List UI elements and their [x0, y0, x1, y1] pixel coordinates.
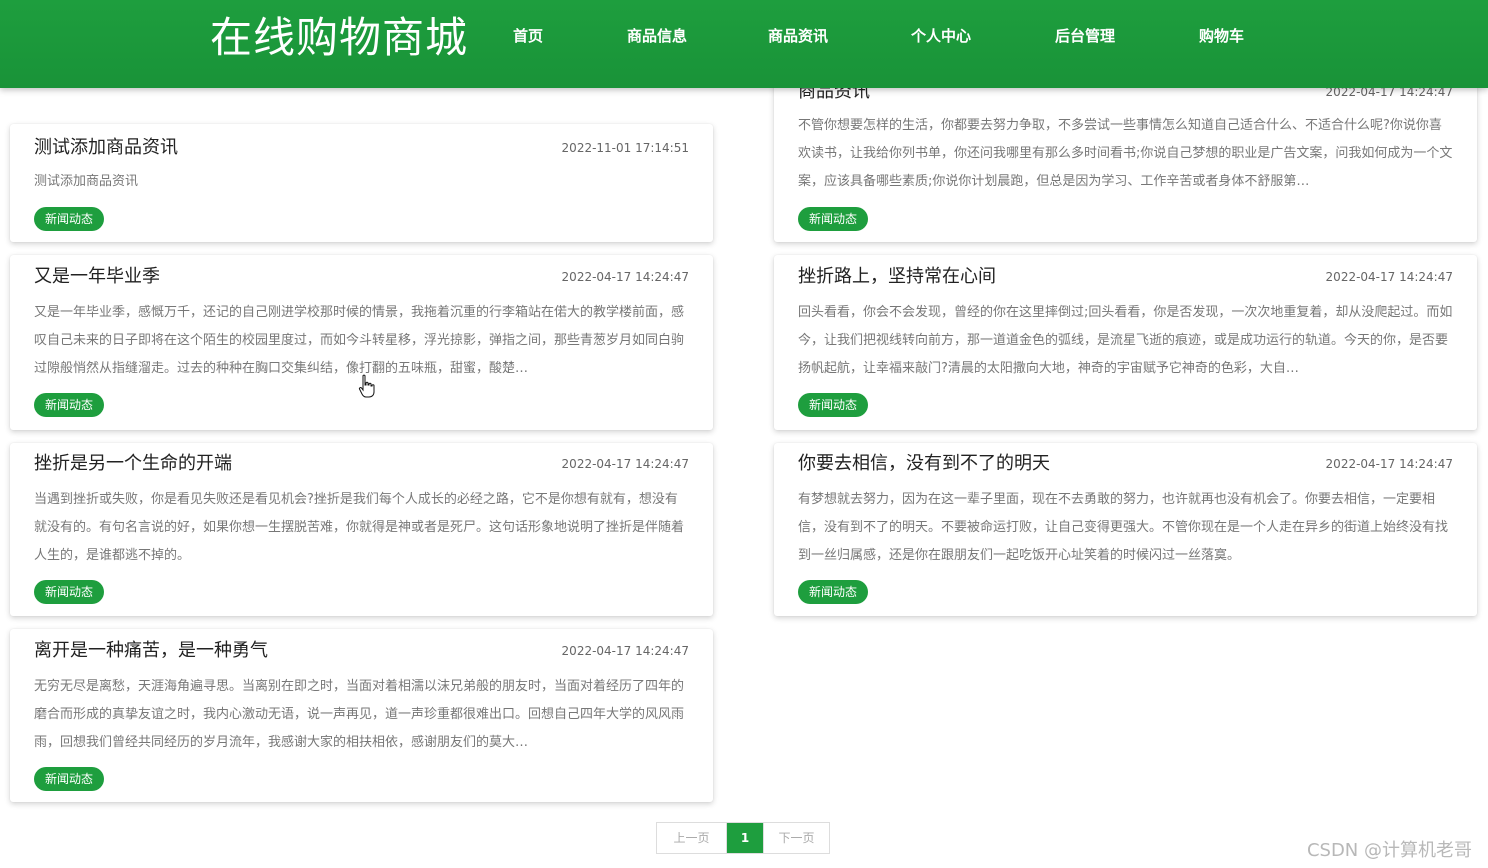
- next-page-button[interactable]: 下一页: [763, 823, 829, 853]
- news-card[interactable]: 挫折路上，坚持常在心间 2022-04-17 14:24:47 回头看看，你会不…: [774, 255, 1477, 430]
- news-summary: 测试添加商品资讯: [34, 174, 139, 189]
- news-card[interactable]: 离开是一种痛苦，是一种勇气 2022-04-17 14:24:47 无穷无尽是离…: [10, 629, 713, 802]
- category-tag[interactable]: 新闻动态: [798, 207, 869, 231]
- news-time: 2022-11-01 17:14:51: [561, 141, 689, 155]
- news-card[interactable]: 挫折是另一个生命的开端 2022-04-17 14:24:47 当遇到挫折或失败…: [10, 443, 713, 616]
- category-tag[interactable]: 新闻动态: [34, 580, 105, 604]
- nav-news[interactable]: 商品资讯: [768, 26, 828, 46]
- news-title[interactable]: 挫折是另一个生命的开端: [34, 452, 232, 476]
- category-tag[interactable]: 新闻动态: [798, 580, 869, 604]
- news-title[interactable]: 离开是一种痛苦，是一种勇气: [34, 639, 268, 663]
- news-time: 2022-04-17 14:24:47: [561, 457, 689, 471]
- news-summary: 无穷无尽是离愁，天涯海角遍寻思。当离别在即之时，当面对着相濡以沫兄弟般的朋友时，…: [34, 679, 685, 750]
- nav-admin[interactable]: 后台管理: [1055, 26, 1115, 46]
- news-card[interactable]: 又是一年毕业季 2022-04-17 14:24:47 又是一年毕业季，感慨万千…: [10, 255, 713, 430]
- news-time: 2022-04-17 14:24:47: [561, 270, 689, 284]
- pagination: 上一页 1 下一页: [656, 822, 830, 854]
- news-summary: 又是一年毕业季，感慨万千，还记的自己刚进学校那时候的情景，我拖着沉重的行李箱站在…: [34, 305, 685, 376]
- nav-products[interactable]: 商品信息: [627, 26, 687, 46]
- news-time: 2022-04-17 14:24:47: [1325, 270, 1453, 284]
- news-card[interactable]: 你要去相信，没有到不了的明天 2022-04-17 14:24:47 有梦想就去…: [774, 443, 1477, 616]
- news-summary: 当遇到挫折或失败，你是看见失败还是看见机会?挫折是我们每个人成长的必经之路，它不…: [34, 492, 685, 563]
- page-number-current[interactable]: 1: [727, 823, 763, 853]
- category-tag[interactable]: 新闻动态: [34, 767, 105, 791]
- news-title[interactable]: 又是一年毕业季: [34, 265, 160, 289]
- category-tag[interactable]: 新闻动态: [34, 207, 105, 231]
- category-tag[interactable]: 新闻动态: [34, 393, 105, 417]
- hand-pointer-icon: [358, 374, 375, 398]
- news-summary: 不管你想要怎样的生活，你都要去努力争取，不多尝试一些事情怎么知道自己适合什么、不…: [798, 118, 1453, 189]
- site-logo-title[interactable]: 在线购物商城: [210, 12, 468, 64]
- category-tag[interactable]: 新闻动态: [798, 393, 869, 417]
- news-card[interactable]: 商品资讯 2022-04-17 14:24:47 不管你想要怎样的生活，你都要去…: [774, 70, 1477, 242]
- news-summary: 有梦想就去努力，因为在这一辈子里面，现在不去勇敢的努力，也许就再也没有机会了。你…: [798, 492, 1449, 563]
- news-card[interactable]: 测试添加商品资讯 2022-11-01 17:14:51 测试添加商品资讯 新闻…: [10, 124, 713, 242]
- news-time: 2022-04-17 14:24:47: [1325, 457, 1453, 471]
- news-title[interactable]: 测试添加商品资讯: [34, 136, 178, 160]
- news-title[interactable]: 挫折路上，坚持常在心间: [798, 265, 996, 289]
- nav-user-center[interactable]: 个人中心: [911, 26, 971, 46]
- news-summary: 回头看看，你会不会发现，曾经的你在这里摔倒过;回头看看，你是否发现，一次次地重复…: [798, 305, 1453, 376]
- watermark: CSDN @计算机老哥: [1306, 840, 1472, 861]
- nav-cart[interactable]: 购物车: [1199, 26, 1244, 46]
- top-navbar: 在线购物商城 首页 商品信息 商品资讯 个人中心 后台管理 购物车: [0, 0, 1488, 88]
- nav-home[interactable]: 首页: [513, 26, 543, 46]
- prev-page-button[interactable]: 上一页: [657, 823, 727, 853]
- news-time: 2022-04-17 14:24:47: [561, 644, 689, 658]
- news-title[interactable]: 你要去相信，没有到不了的明天: [798, 452, 1050, 476]
